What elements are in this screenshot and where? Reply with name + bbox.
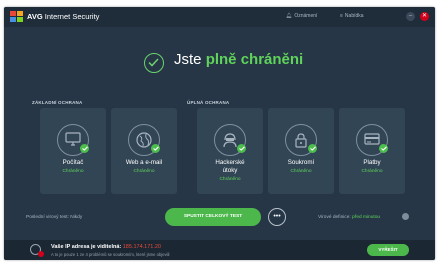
app-title: AVG Internet Security: [27, 12, 99, 21]
app-window: AVG Internet Security 🔔︎ Oznámení ≡ Nabídk…: [4, 7, 435, 260]
tile-payments[interactable]: Platby Chráněno: [339, 108, 405, 194]
status-headline: Jste plně chráněni: [174, 51, 303, 68]
check-badge-icon: [308, 144, 317, 153]
tile-status: Chráněno: [290, 169, 312, 174]
ip-visible-label: Vaše IP adresa je viditelná:: [51, 244, 122, 250]
virus-definitions-status: Virové definice: před minutou: [318, 215, 380, 220]
section-label-basic: ZÁKLADNÍ OCHRANA: [32, 100, 83, 105]
privacy-issues-text: A to je pouze 1 ze 4 problémů se soukrom…: [51, 252, 170, 257]
ip-address: 185.174.171.20: [122, 244, 161, 250]
minimize-icon: –: [408, 13, 413, 19]
ip-visible-text: Vaše IP adresa je viditelná: 185.174.171…: [51, 244, 161, 250]
menu-button[interactable]: ≡ Nabídka: [340, 13, 364, 19]
tile-label: Platby: [363, 159, 381, 166]
notifications-button[interactable]: 🔔︎ Oznámení: [286, 13, 317, 19]
check-badge-icon: [80, 144, 89, 153]
resolve-button[interactable]: VYŘEŠIT: [367, 244, 409, 256]
title-bar: AVG Internet Security 🔔︎ Oznámení ≡ Nabídk…: [4, 7, 435, 27]
definitions-label: Virové definice:: [318, 215, 351, 220]
tile-hacker-attacks[interactable]: Hackerské útoky Chráněno: [197, 108, 263, 194]
definitions-value: před minutou: [352, 215, 381, 220]
tile-computer[interactable]: Počítač Chráněno: [40, 108, 106, 194]
check-badge-icon: [151, 144, 160, 153]
ip-visibility-bar: Vaše IP adresa je viditelná: 185.174.171…: [4, 240, 435, 260]
more-options-button[interactable]: •••: [268, 208, 286, 226]
tile-label: Hackerské útoky: [215, 159, 245, 174]
warning-badge-icon: [38, 251, 44, 257]
status-headline-plain: Jste: [174, 51, 206, 68]
avg-logo: [10, 11, 24, 22]
minimize-button[interactable]: –: [406, 12, 415, 21]
tile-status: Chráněno: [219, 177, 241, 182]
tile-web-email[interactable]: Web a e-mail Chráněno: [111, 108, 177, 194]
tile-privacy[interactable]: Soukromí Chráněno: [268, 108, 334, 194]
tile-label: Web a e-mail: [125, 159, 163, 166]
tile-status: Chráněno: [361, 169, 383, 174]
tile-label: Počítač: [62, 159, 84, 166]
section-label-full: ÚPLNÁ OCHRANA: [187, 100, 230, 105]
protected-check-icon: [144, 53, 164, 73]
tile-status: Chráněno: [62, 169, 84, 174]
run-full-scan-button[interactable]: SPUSTIT CELKOVÝ TEST: [165, 208, 261, 226]
tile-status: Chráněno: [133, 169, 155, 174]
close-icon: ✕: [421, 13, 428, 19]
refresh-icon[interactable]: [402, 213, 409, 220]
check-badge-icon: [237, 144, 246, 153]
last-scan-text: Poslední virový test: Nikdy: [26, 215, 83, 220]
bell-icon: 🔔︎: [286, 13, 293, 19]
tile-label: Soukromí: [287, 159, 315, 166]
app-brand: AVG: [27, 12, 43, 21]
notifications-label: Oznámení: [294, 13, 318, 19]
hamburger-icon: ≡: [340, 13, 343, 19]
check-badge-icon: [379, 144, 388, 153]
app-product: Internet Security: [44, 12, 100, 21]
menu-label: Nabídka: [344, 13, 364, 19]
close-button[interactable]: ✕: [420, 12, 429, 21]
status-headline-accent: plně chráněni: [205, 51, 304, 68]
